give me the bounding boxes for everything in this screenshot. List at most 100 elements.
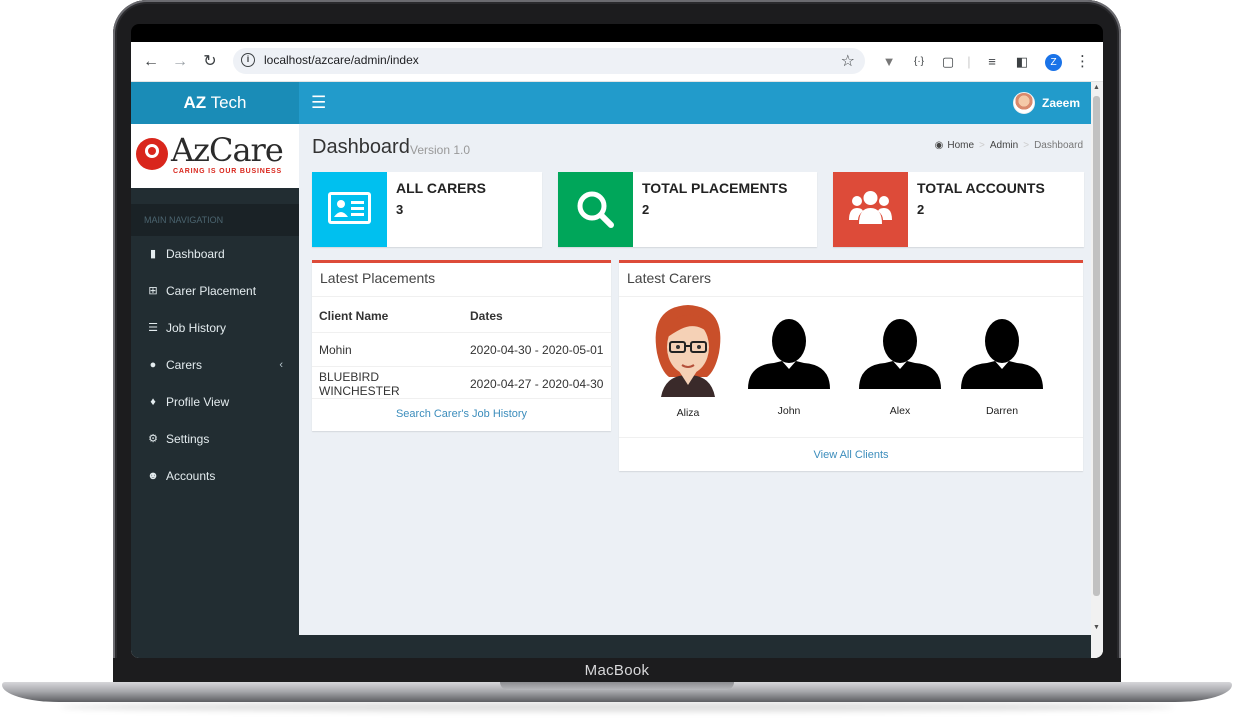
user-menu-name[interactable]: Zaeem [1042, 96, 1080, 110]
sidebar-item-carer-placement[interactable]: ⊞ Carer Placement [131, 273, 299, 310]
reload-icon[interactable]: ↻ [200, 52, 220, 72]
stat-label: TOTAL ACCOUNTS [917, 180, 1045, 196]
sidebar-item-accounts[interactable]: ☻ Accounts [131, 458, 299, 495]
stat-card-total-placements[interactable]: TOTAL PLACEMENTS 2 [558, 172, 817, 247]
sidebar-item-job-history[interactable]: ☰ Job History [131, 310, 299, 347]
reading-list-icon[interactable]: ≡ [983, 52, 1001, 72]
logo-emblem-icon [136, 138, 168, 170]
column-header: Dates [470, 308, 503, 323]
sidebar-item-label: Dashboard [166, 247, 225, 261]
top-navbar: ☰ Zaeem [299, 82, 1091, 124]
address-bar[interactable]: i localhost/azcare/admin/index ☆ [233, 48, 865, 74]
sidebar-item-label: Profile View [166, 395, 230, 409]
female-cartoon-avatar [655, 305, 721, 397]
carer-name[interactable]: Aliza [643, 407, 733, 419]
table-row[interactable]: BLUEBIRD WINCHESTER 2020-04-27 - 2020-04… [312, 366, 612, 400]
latest-placements-panel: Latest Placements Client Name Dates Mohi… [312, 260, 612, 431]
silhouette-avatar [748, 319, 830, 389]
profile-avatar[interactable]: Z [1045, 54, 1062, 71]
plus-square-icon: ⊞ [148, 285, 158, 297]
menu-kebab-icon[interactable]: ⋮ [1075, 52, 1090, 72]
divider [619, 296, 1083, 297]
brand-rest: Tech [206, 93, 247, 112]
scroll-up-icon[interactable]: ▲ [1093, 84, 1100, 91]
sidebar-item-label: Carers [166, 358, 203, 372]
avatar[interactable] [1013, 92, 1035, 114]
stat-label: ALL CARERS [396, 180, 486, 196]
sidebar-item-label: Carer Placement [166, 284, 257, 298]
search-job-history-link[interactable]: Search Carer's Job History [312, 408, 611, 420]
nav-header: MAIN NAVIGATION [131, 204, 299, 236]
dates-cell: 2020-04-30 - 2020-05-01 [463, 332, 612, 367]
view-all-clients-link[interactable]: View All Clients [619, 449, 1083, 461]
users-icon [833, 172, 908, 247]
url-text[interactable]: localhost/azcare/admin/index [264, 53, 419, 67]
side-panel-icon[interactable]: ◧ [1013, 52, 1031, 72]
sidebar-toggle-icon[interactable]: ☰ [311, 94, 326, 111]
dashboard-icon: ◉ [934, 140, 944, 151]
company-logo: AzCare CARING IS OUR BUSINESS [131, 124, 299, 188]
divider [312, 398, 611, 399]
carer-card[interactable]: Darren [957, 299, 1047, 417]
carer-card[interactable]: John [744, 299, 834, 417]
chevron-left-icon: ‹ [279, 359, 283, 371]
sidebar-item-label: Settings [166, 432, 210, 446]
puzzle-extensions-icon[interactable]: ▢ [939, 52, 957, 72]
logo-tagline: CARING IS OUR BUSINESS [173, 168, 282, 175]
forward-icon[interactable]: → [170, 52, 190, 72]
sidebar-item-dashboard[interactable]: ▮ Dashboard [131, 236, 299, 273]
stat-label: TOTAL PLACEMENTS [642, 180, 788, 196]
carer-name[interactable]: John [744, 405, 834, 417]
scroll-down-icon[interactable]: ▼ [1093, 624, 1100, 631]
carer-name[interactable]: Darren [957, 405, 1047, 417]
logo-name: AzCare [171, 131, 284, 169]
gear-icon: ⚙ [148, 433, 158, 445]
bookmark-star-icon[interactable]: ☆ [841, 51, 855, 71]
main-content: Dashboard Version 1.0 ◉ Home > Admin > Dashbo… [299, 124, 1091, 635]
brand-logo[interactable]: AZ Tech [131, 82, 299, 124]
table-row[interactable]: Mohin 2020-04-30 - 2020-05-01 [312, 332, 612, 367]
sidebar-item-label: Accounts [166, 469, 216, 483]
stat-card-total-accounts[interactable]: TOTAL ACCOUNTS 2 [833, 172, 1084, 247]
sidebar: AzCare CARING IS OUR BUSINESS MAIN NAVIG… [131, 124, 299, 635]
extension-braces-icon[interactable]: {·} [909, 52, 929, 72]
sidebar-item-settings[interactable]: ⚙ Settings [131, 421, 299, 458]
divider [619, 437, 1083, 438]
toolbar-divider: | [967, 54, 971, 69]
page-version: Version 1.0 [410, 143, 471, 157]
screen-bezel: ← → ↻ i localhost/azcare/admin/index ☆ ▼… [131, 24, 1103, 658]
scroll-thumb[interactable] [1093, 96, 1100, 596]
table-header-row: Client Name Dates [312, 299, 612, 333]
id-card-icon [312, 172, 387, 247]
silhouette-avatar [961, 319, 1043, 389]
screen: ← → ↻ i localhost/azcare/admin/index ☆ ▼… [131, 42, 1103, 658]
carer-name[interactable]: Alex [855, 405, 945, 417]
page-title: Dashboard [312, 136, 410, 158]
silhouette-avatar [859, 319, 941, 389]
scrollbar-corner [1091, 635, 1103, 658]
stat-value: 2 [642, 202, 650, 217]
breadcrumb: ◉ Home > Admin > Dashboard [934, 140, 1083, 151]
list-icon: ☰ [148, 322, 158, 334]
vuejs-extension-icon[interactable]: ▼ [881, 52, 897, 72]
search-icon [558, 172, 633, 247]
stat-card-all-carers[interactable]: ALL CARERS 3 [312, 172, 542, 247]
stat-value: 3 [396, 202, 404, 217]
user-secret-icon: ♦ [150, 396, 156, 408]
app-header: AZ Tech ☰ Zaeem [131, 82, 1103, 124]
app-footer [131, 635, 1091, 658]
device-label: MacBook [584, 662, 650, 679]
breadcrumb-current: Dashboard [1034, 140, 1083, 151]
sidebar-item-profile-view[interactable]: ♦ Profile View [131, 384, 299, 421]
panel-title: Latest Placements [320, 270, 436, 286]
breadcrumb-admin[interactable]: Admin [990, 140, 1018, 151]
column-header: Client Name [319, 308, 389, 323]
placements-table: Client Name Dates Mohin 2020-04-30 - 202… [312, 299, 612, 400]
sidebar-item-carers[interactable]: ● Carers ‹ [131, 347, 299, 384]
breadcrumb-home[interactable]: Home [947, 140, 974, 151]
carer-card[interactable]: Alex [855, 299, 945, 417]
site-info-icon[interactable]: i [241, 53, 255, 67]
back-icon[interactable]: ← [141, 52, 161, 72]
scrollbar[interactable]: ▲ ▼ [1091, 82, 1103, 635]
carer-card[interactable]: Aliza [643, 299, 733, 419]
